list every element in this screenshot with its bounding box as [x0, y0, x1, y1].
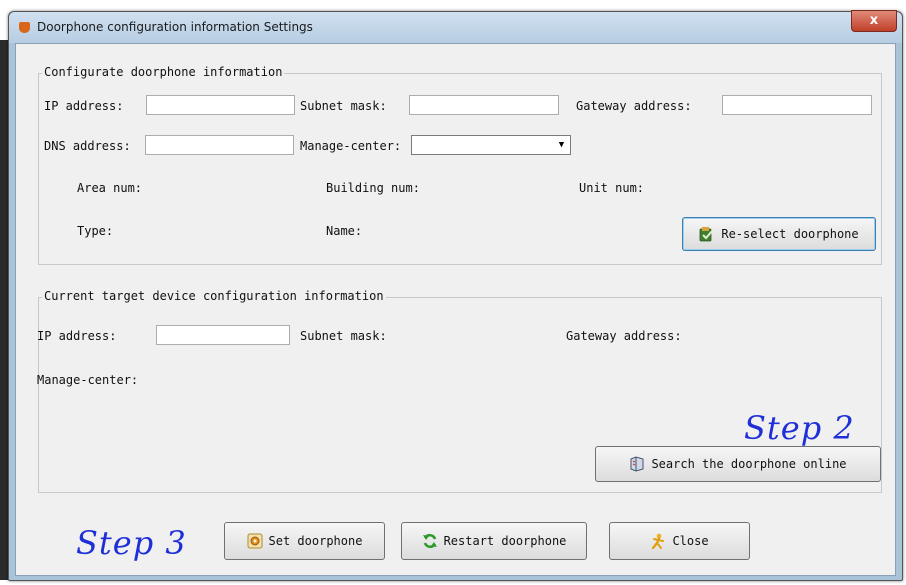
- config-dns-input[interactable]: [145, 135, 294, 155]
- search-device-icon: [630, 456, 644, 472]
- config-group-legend: Configurate doorphone information: [42, 65, 285, 79]
- window-title: Doorphone configuration information Sett…: [37, 20, 313, 34]
- config-gateway-label: Gateway address:: [576, 99, 692, 113]
- title-bar[interactable]: Doorphone configuration information Sett…: [9, 10, 902, 43]
- device-check-icon: [699, 227, 715, 242]
- person-exit-icon: [652, 533, 665, 549]
- reselect-button-label: Re-select doorphone: [721, 227, 859, 241]
- current-group-legend: Current target device configuration info…: [42, 289, 386, 303]
- dialog-client-area: Configurate doorphone information IP add…: [15, 43, 896, 576]
- dialog-window: Doorphone configuration information Sett…: [8, 10, 903, 581]
- refresh-icon: [422, 533, 437, 549]
- chevron-down-icon[interactable]: ▼: [554, 137, 569, 153]
- current-gateway-label: Gateway address:: [566, 329, 682, 343]
- config-ip-input[interactable]: [146, 95, 295, 115]
- close-button[interactable]: Close: [609, 522, 750, 560]
- type-label: Type:: [77, 224, 114, 238]
- building-num-label: Building num:: [326, 181, 420, 195]
- search-doorphone-button[interactable]: Search the doorphone online: [595, 446, 881, 482]
- current-manage-center-label: Manage-center:: [37, 373, 139, 387]
- step-2-label: Step 2: [744, 409, 855, 447]
- settings-icon: [247, 533, 263, 549]
- config-ip-label: IP address:: [44, 99, 124, 113]
- area-num-label: Area num:: [77, 181, 143, 195]
- config-manage-center-label: Manage-center:: [300, 139, 402, 153]
- window-close-button[interactable]: x: [851, 10, 897, 32]
- restart-button-label: Restart doorphone: [443, 534, 567, 548]
- current-subnet-label: Subnet mask:: [300, 329, 387, 343]
- config-gateway-input[interactable]: [722, 95, 872, 115]
- set-doorphone-button[interactable]: Set doorphone: [224, 522, 385, 560]
- name-label: Name:: [326, 224, 363, 238]
- current-ip-label: IP address:: [37, 329, 117, 343]
- close-button-label: Close: [672, 534, 709, 548]
- set-button-label: Set doorphone: [268, 534, 363, 548]
- config-subnet-label: Subnet mask:: [300, 99, 387, 113]
- reselect-doorphone-button[interactable]: Re-select doorphone: [682, 217, 876, 251]
- manage-center-select[interactable]: ▼: [411, 135, 571, 155]
- restart-doorphone-button[interactable]: Restart doorphone: [401, 522, 587, 560]
- search-button-label: Search the doorphone online: [651, 457, 847, 471]
- config-dns-label: DNS address:: [44, 139, 131, 153]
- step-3-label: Step 3: [76, 524, 187, 562]
- config-subnet-input[interactable]: [409, 95, 559, 115]
- current-ip-input[interactable]: [156, 325, 290, 345]
- unit-num-label: Unit num:: [579, 181, 645, 195]
- app-icon: [19, 22, 30, 33]
